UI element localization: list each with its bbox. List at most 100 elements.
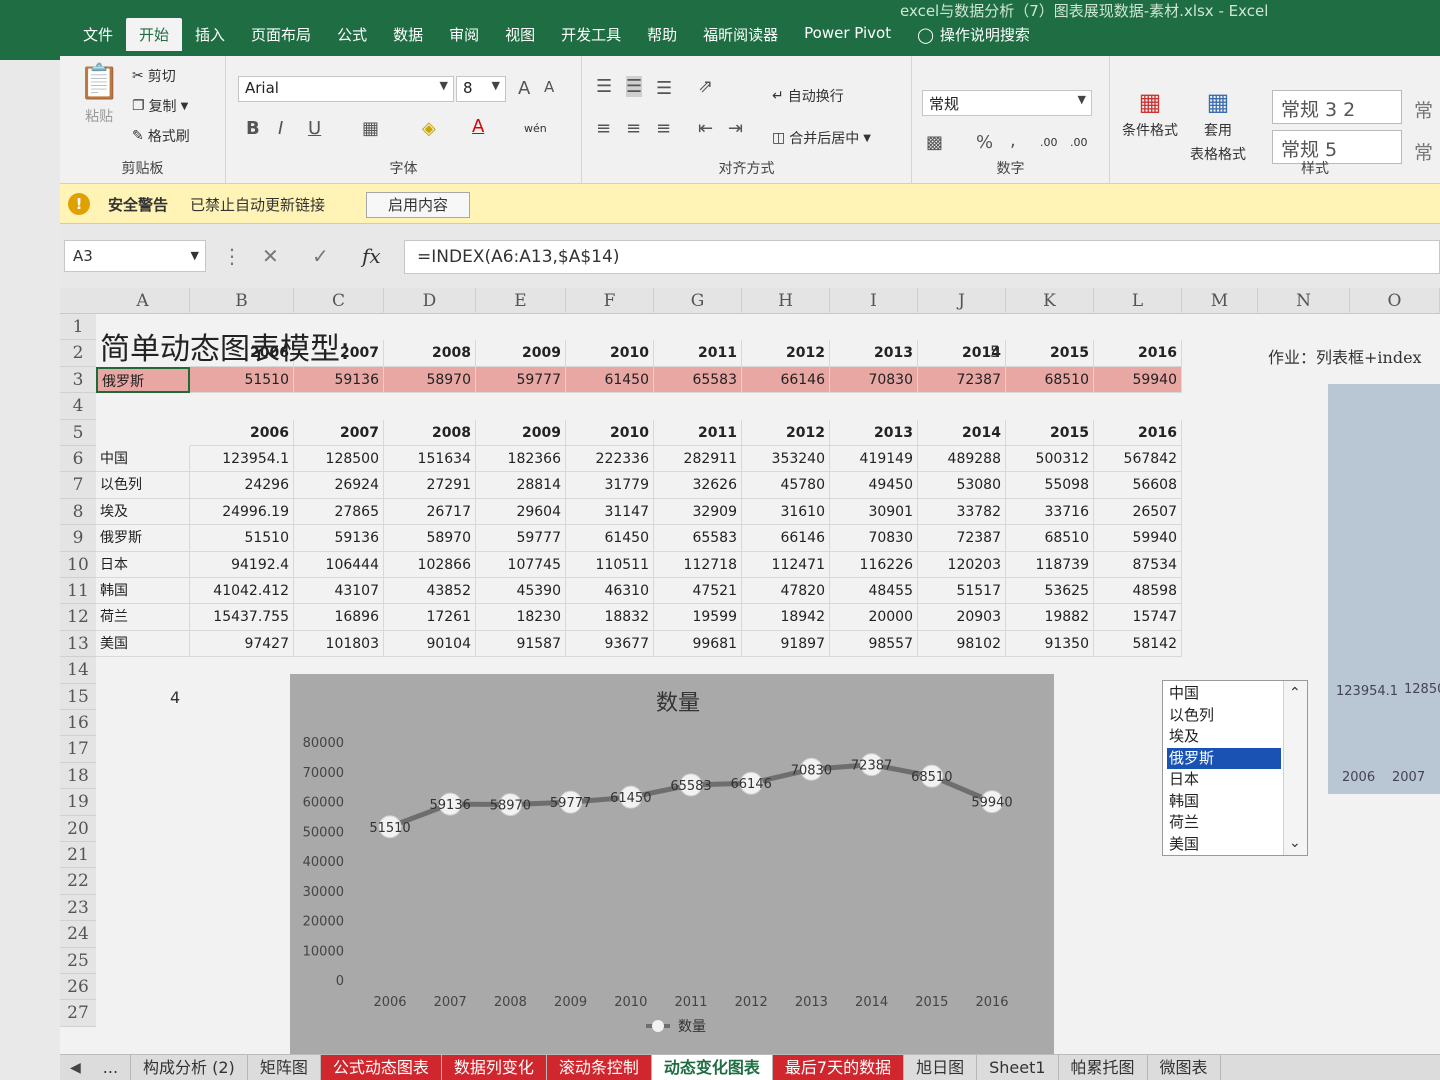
data-cell[interactable]: 101803 <box>294 630 384 658</box>
listbox-item[interactable]: 俄罗斯 <box>1167 747 1281 769</box>
country-listbox[interactable]: 中国 以色列 埃及 俄罗斯 日本 韩国 荷兰 美国 ⌃ ⌄ <box>1162 680 1308 856</box>
data-cell[interactable]: 31779 <box>566 472 654 499</box>
align-middle-icon[interactable]: ☰ <box>626 76 643 97</box>
font-size-select[interactable]: 8 ▼ <box>456 76 506 102</box>
align-left-icon[interactable]: ≡ <box>596 118 611 139</box>
data-cell[interactable]: 107745 <box>476 551 566 578</box>
selected-value-cell[interactable]: 72387 <box>918 366 1006 394</box>
data-cell[interactable]: 128500 <box>294 446 384 473</box>
data-cell[interactable]: 91350 <box>1006 630 1094 658</box>
year-header-cell[interactable]: 2016 <box>1094 340 1182 367</box>
year-header-cell[interactable]: 2009 <box>476 340 566 367</box>
data-cell[interactable]: 53625 <box>1006 578 1094 605</box>
column-header-c[interactable]: C <box>294 288 384 314</box>
listbox-item[interactable]: 以色列 <box>1167 705 1281 726</box>
borders-icon[interactable]: ▦ <box>362 118 379 139</box>
selected-value-cell[interactable]: 51510 <box>190 366 294 394</box>
column-header-n[interactable]: N <box>1258 288 1350 314</box>
cell-n1-homework-note[interactable]: 作业：列表框+index <box>1268 344 1422 368</box>
column-header-h[interactable]: H <box>742 288 830 314</box>
data-cell[interactable]: 48455 <box>830 578 918 605</box>
data-cell[interactable]: 59136 <box>294 525 384 552</box>
data-cell[interactable]: 15747 <box>1094 604 1182 631</box>
listbox-item[interactable]: 中国 <box>1167 683 1281 704</box>
row-header-6[interactable]: 6 <box>60 446 96 473</box>
data-cell[interactable]: 98102 <box>918 630 1006 658</box>
data-cell[interactable]: 222336 <box>566 446 654 473</box>
year-header-cell[interactable]: 2012 <box>742 419 830 446</box>
sheet-tab[interactable]: 微图表 <box>1148 1054 1221 1080</box>
tab-formulas[interactable]: 公式 <box>324 18 380 51</box>
data-cell[interactable]: 45780 <box>742 472 830 499</box>
increase-decimal-button[interactable]: .00 <box>1040 136 1058 149</box>
country-name-cell[interactable]: 以色列 <box>96 472 190 499</box>
row-header-5[interactable]: 5 <box>60 419 96 446</box>
data-cell[interactable]: 24996.19 <box>190 498 294 526</box>
data-cell[interactable]: 20903 <box>918 604 1006 631</box>
align-top-icon[interactable]: ☰ <box>596 76 612 97</box>
italic-button[interactable]: I <box>278 118 283 139</box>
cell-j1[interactable]: 5 <box>990 342 1000 361</box>
orientation-icon[interactable]: ⇗ <box>698 76 713 97</box>
sheet-tab[interactable]: 旭日图 <box>904 1054 978 1080</box>
partial-chart-right[interactable]: 123954.1 12850 2006 2007 <box>1328 384 1440 794</box>
row-header-8[interactable]: 8 <box>60 498 96 526</box>
column-header-m[interactable]: M <box>1182 288 1258 314</box>
row-header-20[interactable]: 20 <box>60 815 96 842</box>
column-header-o[interactable]: O <box>1350 288 1440 314</box>
column-header-k[interactable]: K <box>1006 288 1094 314</box>
year-header-cell[interactable]: 2011 <box>654 419 742 446</box>
data-cell[interactable]: 47521 <box>654 578 742 605</box>
country-name-cell[interactable]: 埃及 <box>96 498 190 526</box>
data-cell[interactable]: 500312 <box>1006 446 1094 473</box>
country-name-cell[interactable]: 韩国 <box>96 578 190 605</box>
cancel-icon[interactable]: ✕ <box>262 244 279 268</box>
phonetic-button[interactable]: wén <box>524 122 547 135</box>
cell-style-more-1[interactable]: 常 <box>1414 96 1433 123</box>
row-header-22[interactable]: 22 <box>60 868 96 895</box>
listbox-item[interactable]: 日本 <box>1167 769 1281 790</box>
font-color-button[interactable]: A <box>472 116 484 137</box>
data-cell[interactable]: 58970 <box>384 525 476 552</box>
data-cell[interactable]: 61450 <box>566 525 654 552</box>
decrease-indent-icon[interactable]: ⇤ <box>698 118 713 139</box>
row-header-15[interactable]: 15 <box>60 683 96 710</box>
row-header-9[interactable]: 9 <box>60 525 96 552</box>
selected-country-cell[interactable]: 俄罗斯 <box>96 366 190 394</box>
grow-font-button[interactable]: A <box>518 78 530 99</box>
column-header-d[interactable]: D <box>384 288 476 314</box>
data-cell[interactable]: 41042.412 <box>190 578 294 605</box>
data-cell[interactable]: 112718 <box>654 551 742 578</box>
selected-value-cell[interactable]: 59940 <box>1094 366 1182 394</box>
country-name-cell[interactable]: 荷兰 <box>96 604 190 631</box>
percent-button[interactable]: % <box>976 132 993 153</box>
data-cell[interactable]: 31610 <box>742 498 830 526</box>
selected-value-cell[interactable]: 65583 <box>654 366 742 394</box>
data-cell[interactable]: 116226 <box>830 551 918 578</box>
data-cell[interactable]: 16896 <box>294 604 384 631</box>
line-chart[interactable]: 数量 80000 70000 60000 50000 40000 30000 20000 100… <box>290 674 1054 1058</box>
align-center-icon[interactable]: ≡ <box>626 118 641 139</box>
insert-function-icon[interactable]: fx <box>362 244 381 268</box>
listbox-item[interactable]: 美国 <box>1167 834 1281 855</box>
year-header-cell[interactable]: 2009 <box>476 419 566 446</box>
selected-value-cell[interactable]: 58970 <box>384 366 476 394</box>
year-header-cell[interactable]: 2008 <box>384 340 476 367</box>
conditional-formatting-button[interactable]: ▦ 条件格式 <box>1122 88 1178 140</box>
merge-center-button[interactable]: ◫ 合并后居中 ▼ <box>772 128 871 148</box>
data-cell[interactable]: 19599 <box>654 604 742 631</box>
data-cell[interactable]: 31147 <box>566 498 654 526</box>
data-cell[interactable]: 90104 <box>384 630 476 658</box>
fill-color-icon[interactable]: ◈ <box>422 118 436 139</box>
year-header-cell[interactable]: 2015 <box>1006 419 1094 446</box>
data-cell[interactable]: 48598 <box>1094 578 1182 605</box>
tab-home[interactable]: 开始 <box>126 18 183 51</box>
format-painter-button[interactable]: ✎ 格式刷 <box>132 126 190 146</box>
paste-button[interactable]: 📋 粘贴 <box>78 62 120 126</box>
row-header-25[interactable]: 25 <box>60 947 96 974</box>
data-cell[interactable]: 24296 <box>190 472 294 499</box>
data-cell[interactable]: 93677 <box>566 630 654 658</box>
sheet-tab[interactable]: 数据列变化 <box>441 1054 547 1080</box>
decrease-decimal-button[interactable]: .00 <box>1070 136 1088 149</box>
data-cell[interactable]: 489288 <box>918 446 1006 473</box>
